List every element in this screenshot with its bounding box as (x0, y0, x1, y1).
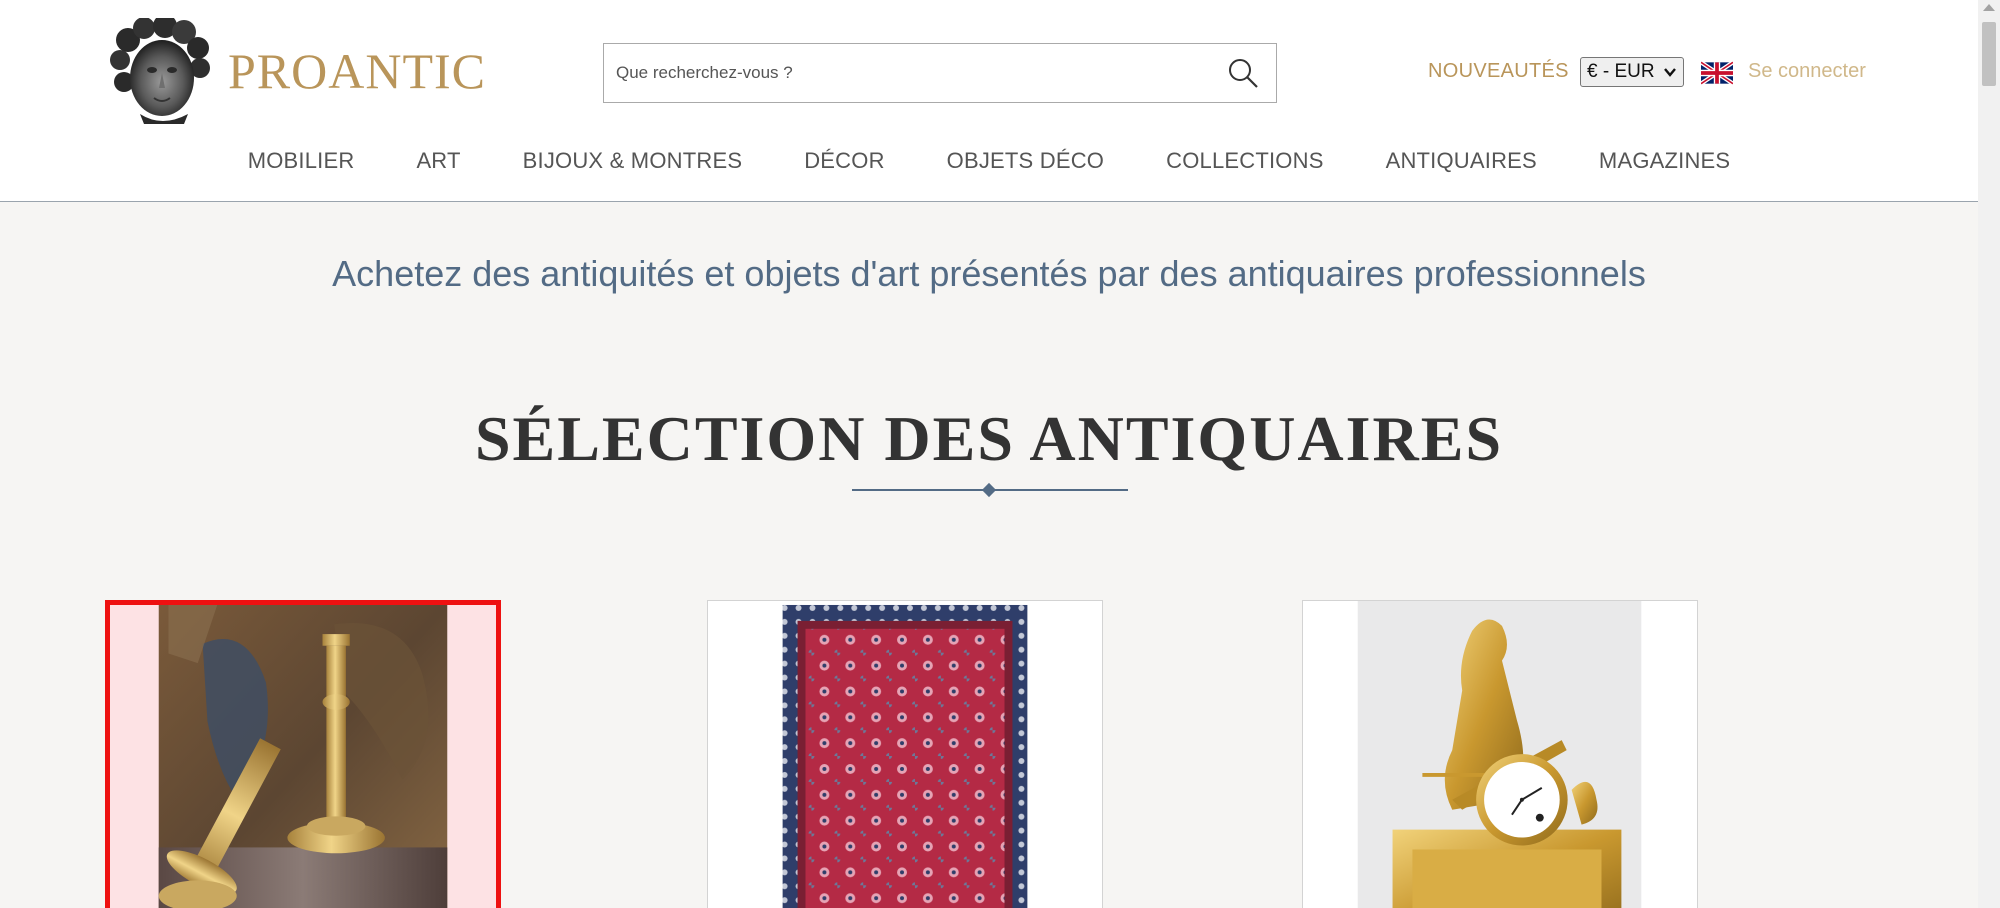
site-header: PROANTIC NOUVEAUTÉS € - EUR Se connecter… (0, 0, 1978, 202)
clock-image (1303, 601, 1697, 908)
nav-item-collections[interactable]: COLLECTIONS (1166, 148, 1323, 174)
logo-head-icon (110, 18, 210, 124)
logo[interactable]: PROANTIC (110, 18, 486, 124)
nav-item-mobilier[interactable]: MOBILIER (248, 148, 355, 174)
product-card-rug[interactable] (707, 600, 1103, 908)
tagline: Achetez des antiquités et objets d'art p… (332, 253, 1646, 294)
nav-item-magazines[interactable]: MAGAZINES (1599, 148, 1730, 174)
currency-value: € - EUR (1587, 61, 1655, 82)
search-input[interactable] (604, 44, 1210, 102)
search-bar (603, 43, 1277, 103)
scroll-up-arrow-icon[interactable] (1983, 4, 1995, 11)
new-arrivals-link[interactable]: NOUVEAUTÉS (1428, 60, 1569, 83)
search-icon (1229, 59, 1258, 88)
nav-item-art[interactable]: ART (416, 148, 460, 174)
chevron-down-icon (1664, 68, 1676, 77)
product-card-candlesticks[interactable] (105, 600, 501, 908)
search-button[interactable] (1210, 44, 1276, 102)
nav-item-decor[interactable]: DÉCOR (804, 148, 884, 174)
rug-image (708, 601, 1102, 908)
scrollbar-thumb[interactable] (1982, 22, 1996, 86)
scrollbar[interactable] (1978, 0, 2000, 908)
main-nav: MOBILIER ART BIJOUX & MONTRES DÉCOR OBJE… (0, 148, 1978, 174)
product-card-clock[interactable] (1302, 600, 1698, 908)
brand-name: PROANTIC (228, 43, 487, 99)
login-link[interactable]: Se connecter (1748, 60, 1866, 83)
nav-item-objets-deco[interactable]: OBJETS DÉCO (947, 148, 1104, 174)
candlesticks-image (158, 605, 448, 908)
divider-diamond-icon (981, 482, 997, 498)
nav-item-antiquaires[interactable]: ANTIQUAIRES (1386, 148, 1537, 174)
nav-item-bijoux-montres[interactable]: BIJOUX & MONTRES (523, 148, 743, 174)
uk-flag-icon[interactable] (1701, 61, 1733, 85)
currency-select[interactable]: € - EUR (1580, 57, 1684, 87)
section-title: SÉLECTION DES ANTIQUAIRES (474, 403, 1504, 474)
